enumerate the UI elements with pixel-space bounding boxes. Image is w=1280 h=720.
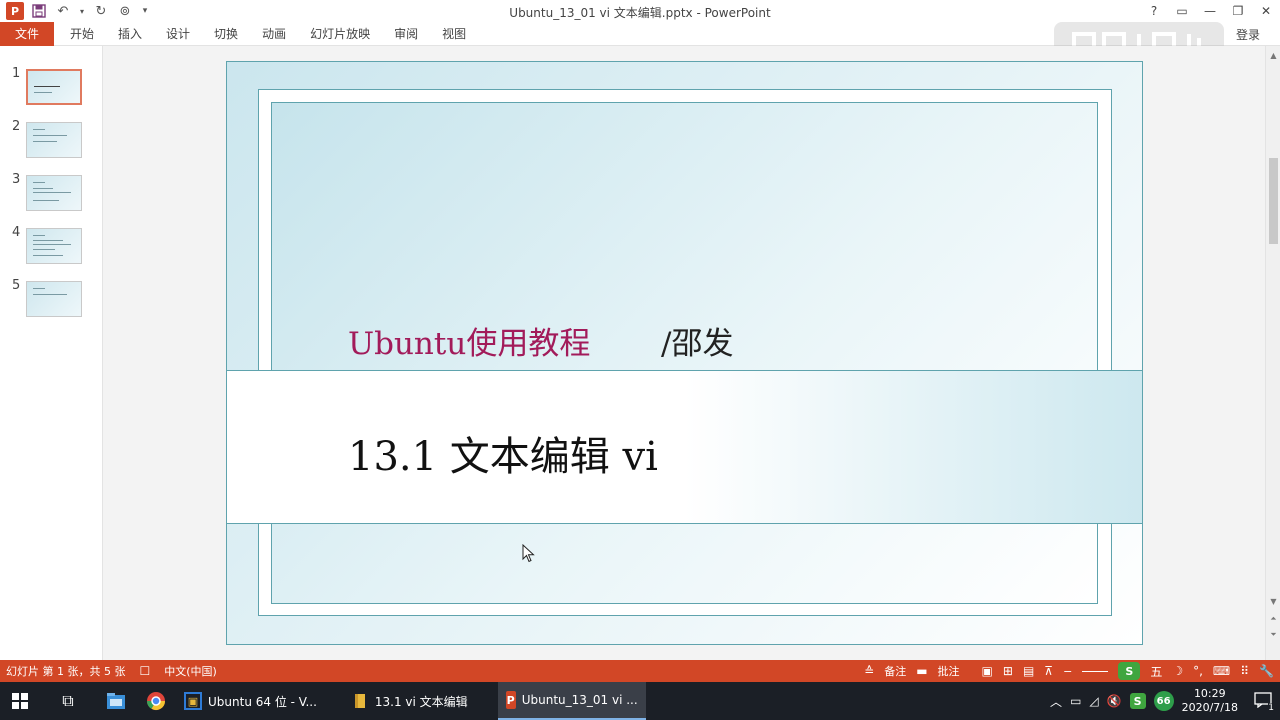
folder-icon [351, 692, 369, 710]
tab-design[interactable]: 设计 [154, 25, 202, 42]
tab-animations[interactable]: 动画 [250, 25, 298, 42]
restore-button[interactable]: ❐ [1224, 0, 1252, 22]
ime-settings-icon[interactable]: 🔧 [1259, 664, 1274, 678]
help-icon[interactable]: ? [1140, 0, 1168, 22]
slideshow-view-icon[interactable]: ⊼ [1044, 664, 1053, 678]
slide-thumbnail-4[interactable] [26, 228, 82, 264]
clock-time: 10:29 [1193, 687, 1226, 700]
network-icon[interactable]: ◿ [1089, 694, 1098, 708]
comments-icon[interactable]: ▬ [916, 664, 927, 678]
zoom-slider[interactable] [1082, 670, 1109, 672]
tab-insert[interactable]: 插入 [106, 25, 154, 42]
window-controls: ? ▭ — ❐ ✕ [1140, 0, 1280, 22]
powerpoint-app-icon: P [505, 691, 516, 709]
notes-icon[interactable]: ≙ [864, 664, 874, 678]
ribbon-display-options-icon[interactable]: ▭ [1168, 0, 1196, 22]
thumbnail-number: 3 [12, 172, 21, 187]
slide-subtitle[interactable]: Ubuntu使用教程 [348, 318, 590, 363]
thumbnail-number: 1 [12, 66, 21, 81]
system-tray: ︿ ▭ ◿ 🔇 S 66 10:29 2020/7/18 1 [1050, 682, 1280, 720]
ime-tray-icon[interactable]: S [1129, 693, 1146, 709]
vmware-icon: ▣ [184, 692, 202, 710]
slide-thumbnail-pane: 1 2 3 4 5 [0, 46, 103, 660]
zoom-out-icon[interactable]: − [1063, 665, 1072, 678]
slide-thumbnail-5[interactable] [26, 281, 82, 317]
thumbnail-number: 5 [12, 278, 21, 293]
next-slide-icon[interactable]: ⏷ [1266, 628, 1280, 642]
slide-thumbnail-3[interactable] [26, 175, 82, 211]
scroll-up-icon[interactable]: ▲ [1266, 48, 1280, 62]
taskbar-app-folder[interactable]: 13.1 vi 文本编辑 [343, 682, 476, 720]
taskbar-app-label: Ubuntu_13_01 vi ... [521, 693, 638, 707]
normal-view-icon[interactable]: ▣ [982, 664, 993, 678]
volume-muted-icon[interactable]: 🔇 [1107, 694, 1122, 708]
language-indicator[interactable]: 中文(中国) [164, 663, 217, 679]
ime-logo-icon[interactable]: S [1118, 662, 1141, 680]
thumbnail-number: 4 [12, 225, 21, 240]
ime-keyboard-icon[interactable]: ⌨ [1213, 664, 1230, 678]
status-bar: 幻灯片 第 1 张，共 5 张 ☐ 中文(中国) ≙ 备注 ▬ 批注 ▣ ⊞ ▤… [0, 660, 1280, 682]
show-hidden-icons-chevron-icon[interactable]: ︿ [1050, 693, 1062, 710]
taskbar-app-powerpoint[interactable]: P Ubuntu_13_01 vi ... [497, 682, 646, 720]
tab-view[interactable]: 视图 [430, 25, 478, 42]
taskbar-app-label: Ubuntu 64 位 - V... [208, 694, 317, 709]
tab-review[interactable]: 审阅 [382, 25, 430, 42]
file-explorer-app-icon[interactable] [96, 682, 136, 720]
notes-button[interactable]: 备注 [884, 663, 906, 679]
title-bar: P ↶ ▾ ↻ ⊚ ▾ Ubuntu_13_01 vi 文本编辑.pptx - … [0, 0, 1280, 22]
slide-author[interactable]: /邵发 [661, 318, 733, 363]
taskbar-app-vmware[interactable]: ▣ Ubuntu 64 位 - V... [176, 682, 325, 720]
scroll-down-icon[interactable]: ▼ [1266, 594, 1280, 608]
vertical-scrollbar[interactable]: ▲ ▼ ⏶ ⏷ [1265, 46, 1280, 660]
scrollbar-thumb[interactable] [1269, 158, 1278, 244]
tray-badge-icon[interactable]: 66 [1153, 691, 1174, 711]
reading-view-icon[interactable]: ▤ [1023, 664, 1034, 678]
tab-transitions[interactable]: 切换 [202, 25, 250, 42]
taskbar-app-label: 13.1 vi 文本编辑 [374, 694, 468, 709]
mouse-pointer-icon [522, 544, 535, 563]
ime-wubi-icon[interactable]: 五 [1150, 663, 1162, 680]
slide-thumbnail-1[interactable] [26, 69, 82, 105]
clock-date: 2020/7/18 [1181, 701, 1238, 714]
slide-sorter-icon[interactable]: ⊞ [1003, 664, 1013, 678]
ime-grid-icon[interactable]: ⠿ [1240, 664, 1249, 678]
task-view-icon[interactable]: ⧉ [48, 682, 88, 720]
close-button[interactable]: ✕ [1252, 0, 1280, 22]
chrome-icon[interactable] [136, 682, 176, 720]
notification-count: 1 [1268, 702, 1274, 713]
window-title: Ubuntu_13_01 vi 文本编辑.pptx - PowerPoint [509, 6, 771, 20]
battery-icon[interactable]: ▭ [1070, 694, 1081, 708]
clock[interactable]: 10:29 2020/7/18 [1182, 687, 1238, 715]
tab-home[interactable]: 开始 [54, 25, 106, 42]
thumbnail-number: 2 [12, 119, 21, 134]
slide-counter: 幻灯片 第 1 张，共 5 张 [6, 665, 126, 678]
ime-punctuation-icon[interactable]: °, [1193, 664, 1203, 678]
notification-center-icon[interactable]: 1 [1254, 691, 1274, 713]
login-link[interactable]: 登录 [1236, 26, 1260, 43]
tab-slideshow[interactable]: 幻灯片放映 [298, 25, 382, 42]
previous-slide-icon[interactable]: ⏶ [1266, 612, 1280, 626]
slide-title[interactable]: 13.1 文本编辑 vi [348, 424, 658, 482]
minimize-button[interactable]: — [1196, 0, 1224, 22]
comments-button[interactable]: 批注 [938, 663, 960, 679]
ime-moon-icon[interactable]: ☽ [1172, 664, 1183, 678]
slide-thumbnail-2[interactable] [26, 122, 82, 158]
windows-start-icon[interactable] [0, 682, 40, 720]
tab-file[interactable]: 文件 [0, 21, 54, 46]
spell-check-icon[interactable]: ☐ [139, 664, 150, 678]
